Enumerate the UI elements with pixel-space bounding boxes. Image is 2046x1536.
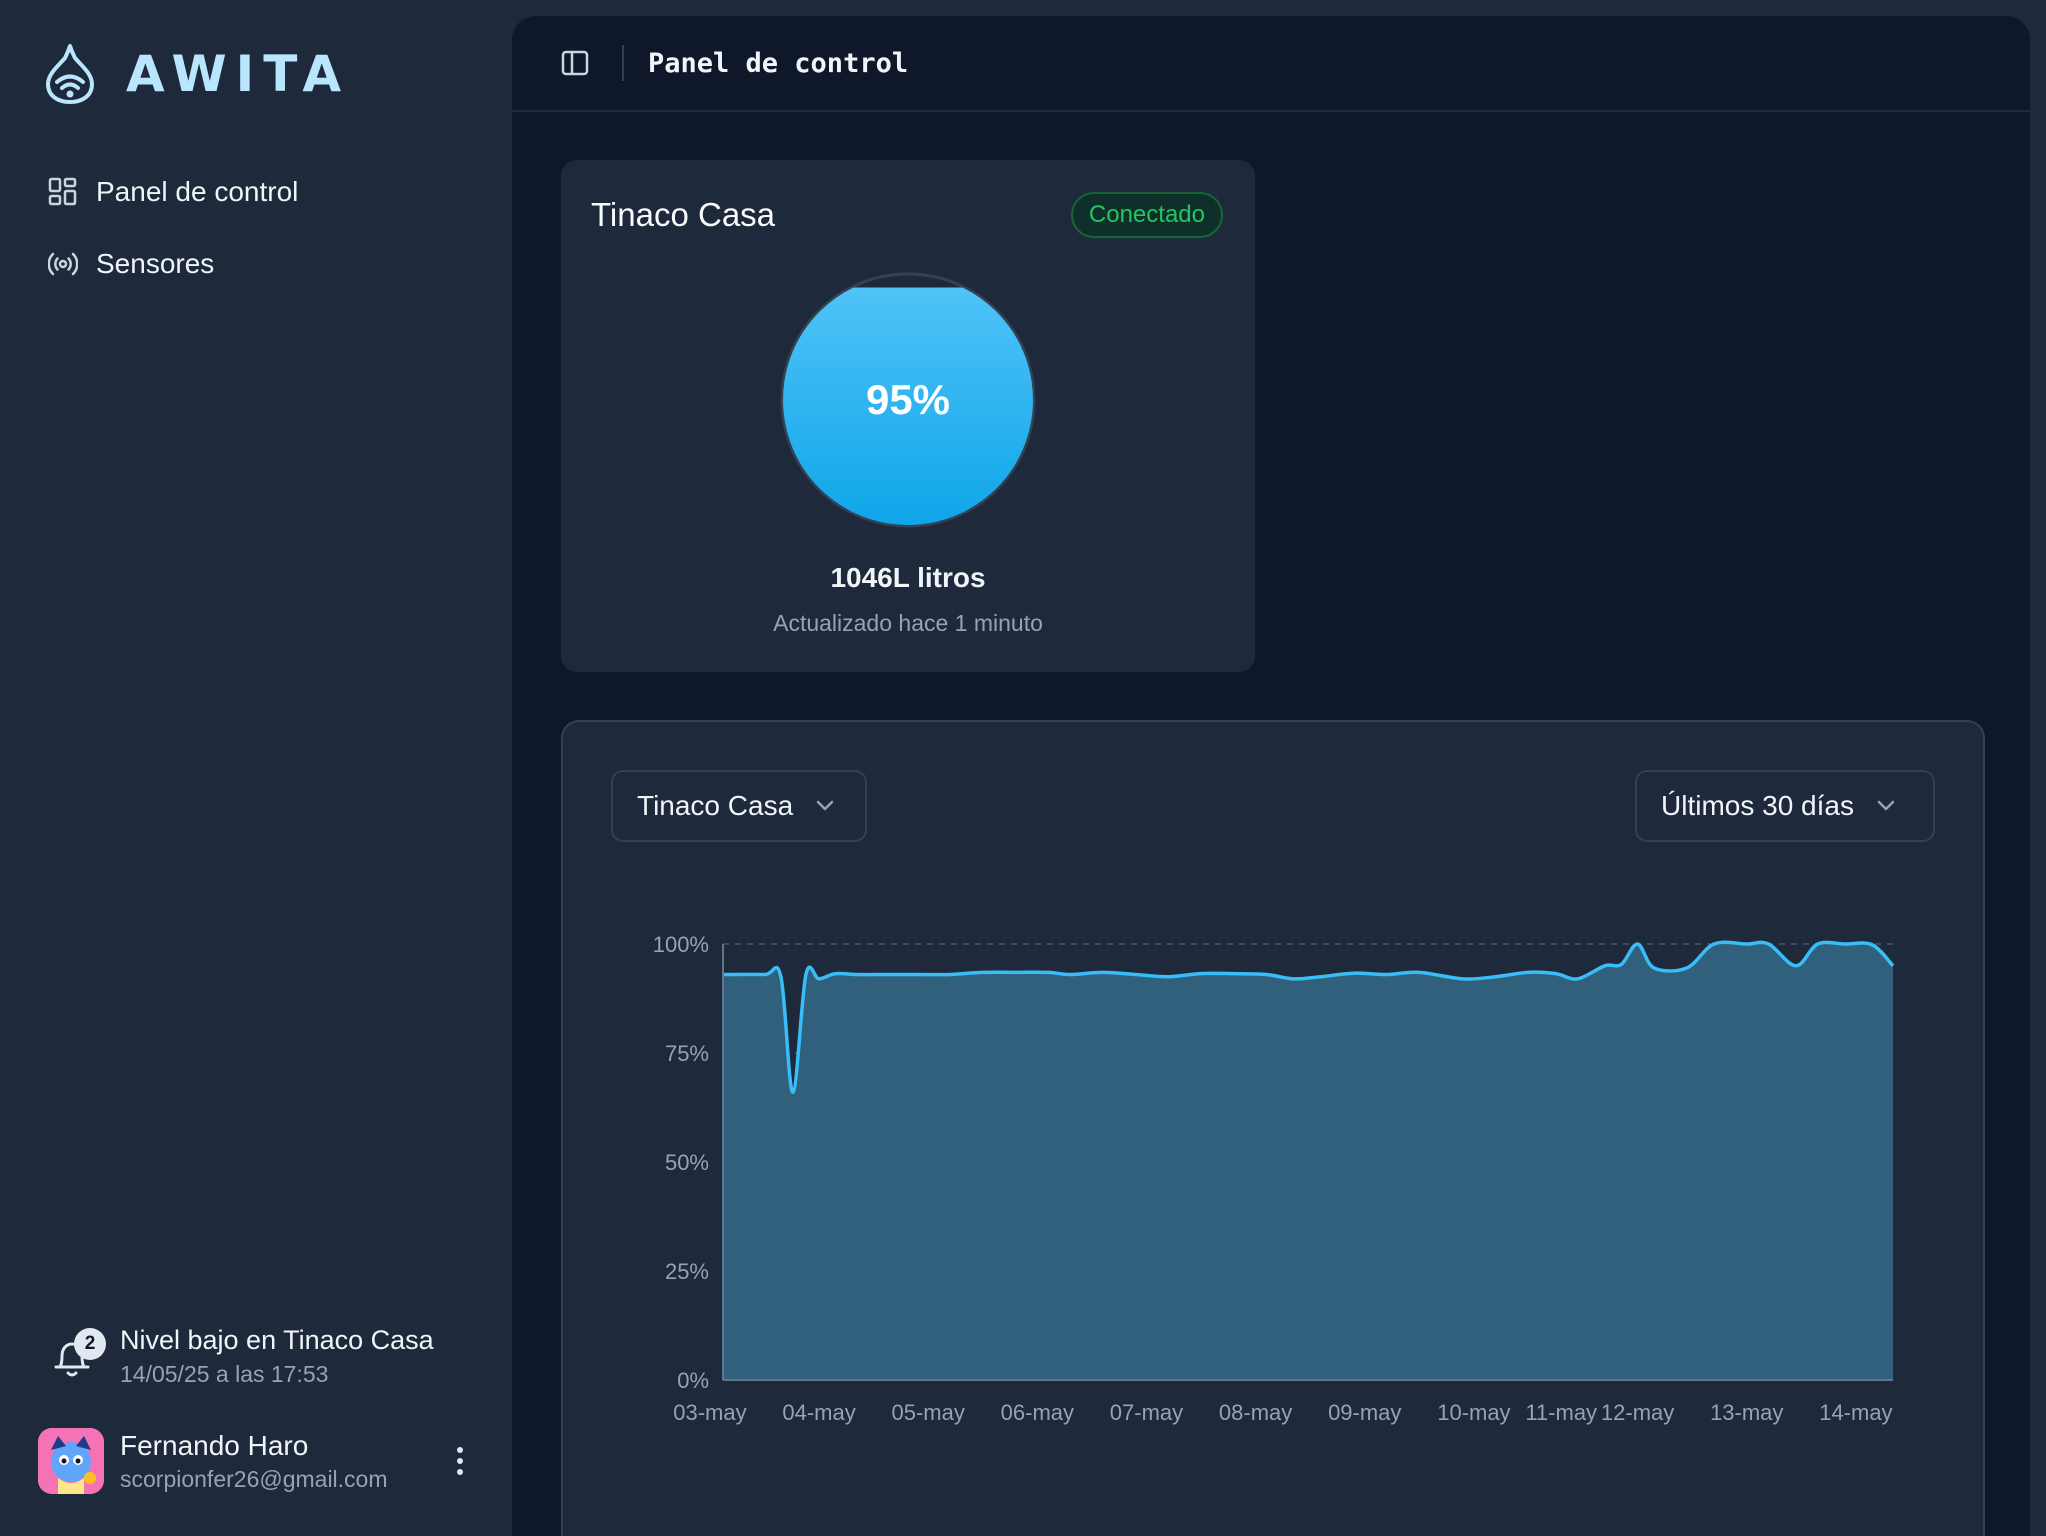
- sidebar-toggle-button[interactable]: [548, 36, 602, 90]
- user-profile[interactable]: Fernando Haro scorpionfer26@gmail.com: [38, 1428, 478, 1494]
- y-tick-label: 100%: [653, 932, 709, 957]
- range-select-value: Últimos 30 días: [1661, 790, 1854, 821]
- sidebar-panel-icon: [561, 50, 589, 76]
- water-drop-wifi-icon: [46, 44, 94, 104]
- x-tick-label: 03-may: [673, 1400, 746, 1425]
- notification-item[interactable]: 2 Nivel bajo en Tinaco Casa 14/05/25 a l…: [52, 1322, 434, 1390]
- more-vertical-icon: [457, 1447, 463, 1453]
- x-tick-label: 13-may: [1710, 1400, 1783, 1425]
- sidebar-item-sensores[interactable]: Sensores: [48, 236, 298, 292]
- chevron-down-icon: [1877, 800, 1895, 811]
- sidebar-item-label: Sensores: [96, 248, 215, 279]
- y-tick-label: 75%: [665, 1041, 709, 1066]
- history-chart-card: Tinaco Casa Últimos 30 días 0% 25% 50% 75% 1…: [561, 720, 1985, 1536]
- app: AWITA Panel de control Sensores 2 Nivel …: [0, 0, 2046, 1536]
- series-area: [723, 942, 1893, 1380]
- topbar: Panel de control: [512, 16, 2030, 112]
- notification-time: 14/05/25 a las 17:53: [120, 1361, 329, 1387]
- water-level-gauge: 95%: [561, 270, 1255, 530]
- user-email: scorpionfer26@gmail.com: [120, 1466, 388, 1492]
- user-info: Fernando Haro scorpionfer26@gmail.com: [120, 1428, 442, 1494]
- updated-time: Actualizado hace 1 minuto: [773, 610, 1043, 636]
- notification-bell[interactable]: 2: [52, 1328, 106, 1386]
- x-tick-label: 12-may: [1601, 1400, 1674, 1425]
- brand-name: AWITA: [126, 45, 351, 103]
- liters-value: 1046L litros: [830, 562, 986, 593]
- y-tick-label: 0%: [677, 1368, 709, 1393]
- more-vertical-icon: [457, 1458, 463, 1464]
- more-vertical-icon: [457, 1469, 463, 1475]
- user-name: Fernando Haro: [120, 1430, 309, 1461]
- topbar-divider: [622, 45, 624, 81]
- range-select[interactable]: Últimos 30 días: [1635, 770, 1935, 842]
- broadcast-icon: [48, 252, 78, 276]
- tank-select[interactable]: Tinaco Casa: [611, 770, 867, 842]
- x-tick-label: 08-may: [1219, 1400, 1292, 1425]
- notification-text: Nivel bajo en Tinaco Casa 14/05/25 a las…: [120, 1322, 434, 1390]
- x-tick-label: 07-may: [1110, 1400, 1183, 1425]
- page-title: Panel de control: [648, 47, 909, 79]
- x-tick-label: 10-may: [1437, 1400, 1510, 1425]
- sidebar-item-panel-de-control[interactable]: Panel de control: [48, 164, 298, 220]
- dashboard-icon: [48, 177, 77, 206]
- y-tick-label: 50%: [665, 1150, 709, 1175]
- notification-count-badge: 2: [74, 1328, 106, 1360]
- x-tick-label: 14-may: [1819, 1400, 1892, 1425]
- x-tick-label: 04-may: [782, 1400, 855, 1425]
- main-content: Panel de control Tinaco Casa Conectado 9…: [512, 16, 2030, 1536]
- sidebar-nav: Panel de control Sensores: [48, 164, 298, 308]
- tank-name: Tinaco Casa: [591, 196, 776, 233]
- x-tick-label: 05-may: [892, 1400, 965, 1425]
- user-menu-button[interactable]: [442, 1437, 478, 1485]
- avatar-image: [38, 1428, 104, 1494]
- level-percent: 95%: [866, 376, 950, 423]
- brand[interactable]: AWITA: [44, 44, 350, 104]
- status-badge: Conectado: [1070, 192, 1223, 238]
- tank-card[interactable]: Tinaco Casa Conectado 95% 1046L litros A…: [561, 160, 1255, 672]
- avatar: [38, 1428, 104, 1494]
- x-tick-label: 09-may: [1328, 1400, 1401, 1425]
- tank-select-value: Tinaco Casa: [637, 790, 794, 821]
- x-tick-label: 06-may: [1001, 1400, 1074, 1425]
- y-tick-label: 25%: [665, 1259, 709, 1284]
- chevron-down-icon: [816, 800, 834, 811]
- level-history-chart: 0% 25% 50% 75% 100% 03-may 04-may 05-may 06-may 0…: [653, 932, 1895, 1425]
- sidebar: AWITA Panel de control Sensores 2 Nivel …: [0, 0, 512, 1536]
- sidebar-item-label: Panel de control: [96, 176, 299, 207]
- notification-title: Nivel bajo en Tinaco Casa: [120, 1325, 434, 1355]
- x-tick-label: 11-may: [1525, 1400, 1597, 1425]
